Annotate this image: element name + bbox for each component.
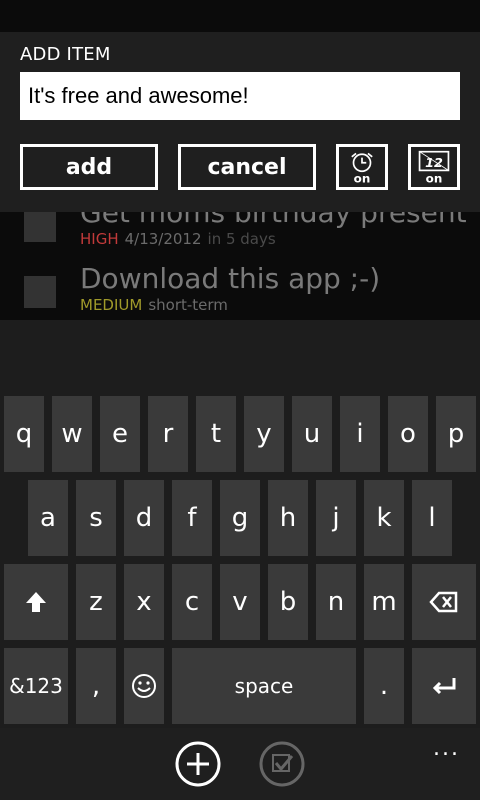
- key-c[interactable]: c: [172, 564, 212, 640]
- task-priority: MEDIUM: [80, 296, 143, 314]
- task-meta: HIGH 4/13/2012 in 5 days: [80, 230, 276, 248]
- application-bar: ...: [0, 728, 480, 800]
- key-b[interactable]: b: [268, 564, 308, 640]
- key-t[interactable]: t: [196, 396, 236, 472]
- emoji-key[interactable]: [124, 648, 164, 724]
- key-n[interactable]: n: [316, 564, 356, 640]
- key-g[interactable]: g: [220, 480, 260, 556]
- more-options-button[interactable]: ...: [433, 736, 460, 761]
- enter-arrow-icon: [432, 678, 456, 695]
- key-j[interactable]: j: [316, 480, 356, 556]
- task-date: short-term: [148, 296, 228, 314]
- symbols-key[interactable]: &123: [4, 648, 68, 724]
- enter-key[interactable]: [412, 648, 476, 724]
- key-k[interactable]: k: [364, 480, 404, 556]
- on-screen-keyboard: q w e r t y u i o p a s d f g h j k l z …: [0, 320, 480, 728]
- key-f[interactable]: f: [172, 480, 212, 556]
- task-priority: HIGH: [80, 230, 119, 248]
- key-h[interactable]: h: [268, 480, 308, 556]
- cancel-button[interactable]: cancel: [178, 144, 316, 190]
- clock-badge-text: on: [426, 171, 443, 185]
- shift-arrow-icon: [26, 592, 46, 612]
- key-s[interactable]: s: [76, 480, 116, 556]
- dialog-heading: ADD ITEM: [20, 44, 111, 65]
- key-d[interactable]: d: [124, 480, 164, 556]
- add-button[interactable]: add: [20, 144, 158, 190]
- key-w[interactable]: w: [52, 396, 92, 472]
- shift-key[interactable]: [4, 564, 68, 640]
- backspace-icon: [429, 591, 458, 613]
- task-checkbox[interactable]: [24, 276, 56, 308]
- key-period[interactable]: .: [364, 648, 404, 724]
- key-x[interactable]: x: [124, 564, 164, 640]
- key-z[interactable]: z: [76, 564, 116, 640]
- alarm-toggle-button[interactable]: on: [336, 144, 388, 190]
- alarm-badge-text: on: [354, 171, 371, 185]
- plus-circle-icon[interactable]: [174, 740, 222, 788]
- key-l[interactable]: l: [412, 480, 452, 556]
- key-v[interactable]: v: [220, 564, 260, 640]
- task-relative-date: in 5 days: [207, 230, 276, 248]
- task-title: Download this app ;-): [80, 262, 381, 295]
- reminder-toggle-button[interactable]: 12 on: [408, 144, 460, 190]
- clock-12-on-icon: 12 on: [418, 150, 450, 185]
- key-comma[interactable]: ,: [76, 648, 116, 724]
- space-key[interactable]: space: [172, 648, 356, 724]
- item-text-input[interactable]: [20, 72, 460, 120]
- key-i[interactable]: i: [340, 396, 380, 472]
- check-circle-icon[interactable]: [258, 740, 306, 788]
- add-item-dialog: ADD ITEM add cancel on 12 on: [0, 32, 480, 212]
- key-r[interactable]: r: [148, 396, 188, 472]
- smiley-icon: [132, 674, 156, 698]
- clock-number-text: 12: [425, 156, 443, 171]
- backspace-key[interactable]: [412, 564, 476, 640]
- key-a[interactable]: a: [28, 480, 68, 556]
- alarm-on-icon: on: [351, 152, 373, 185]
- key-o[interactable]: o: [388, 396, 428, 472]
- key-m[interactable]: m: [364, 564, 404, 640]
- key-p[interactable]: p: [436, 396, 476, 472]
- task-checkbox[interactable]: [24, 210, 56, 242]
- key-e[interactable]: e: [100, 396, 140, 472]
- key-u[interactable]: u: [292, 396, 332, 472]
- task-date: 4/13/2012: [124, 230, 202, 248]
- key-y[interactable]: y: [244, 396, 284, 472]
- task-meta: MEDIUM short-term: [80, 296, 234, 314]
- key-q[interactable]: q: [4, 396, 44, 472]
